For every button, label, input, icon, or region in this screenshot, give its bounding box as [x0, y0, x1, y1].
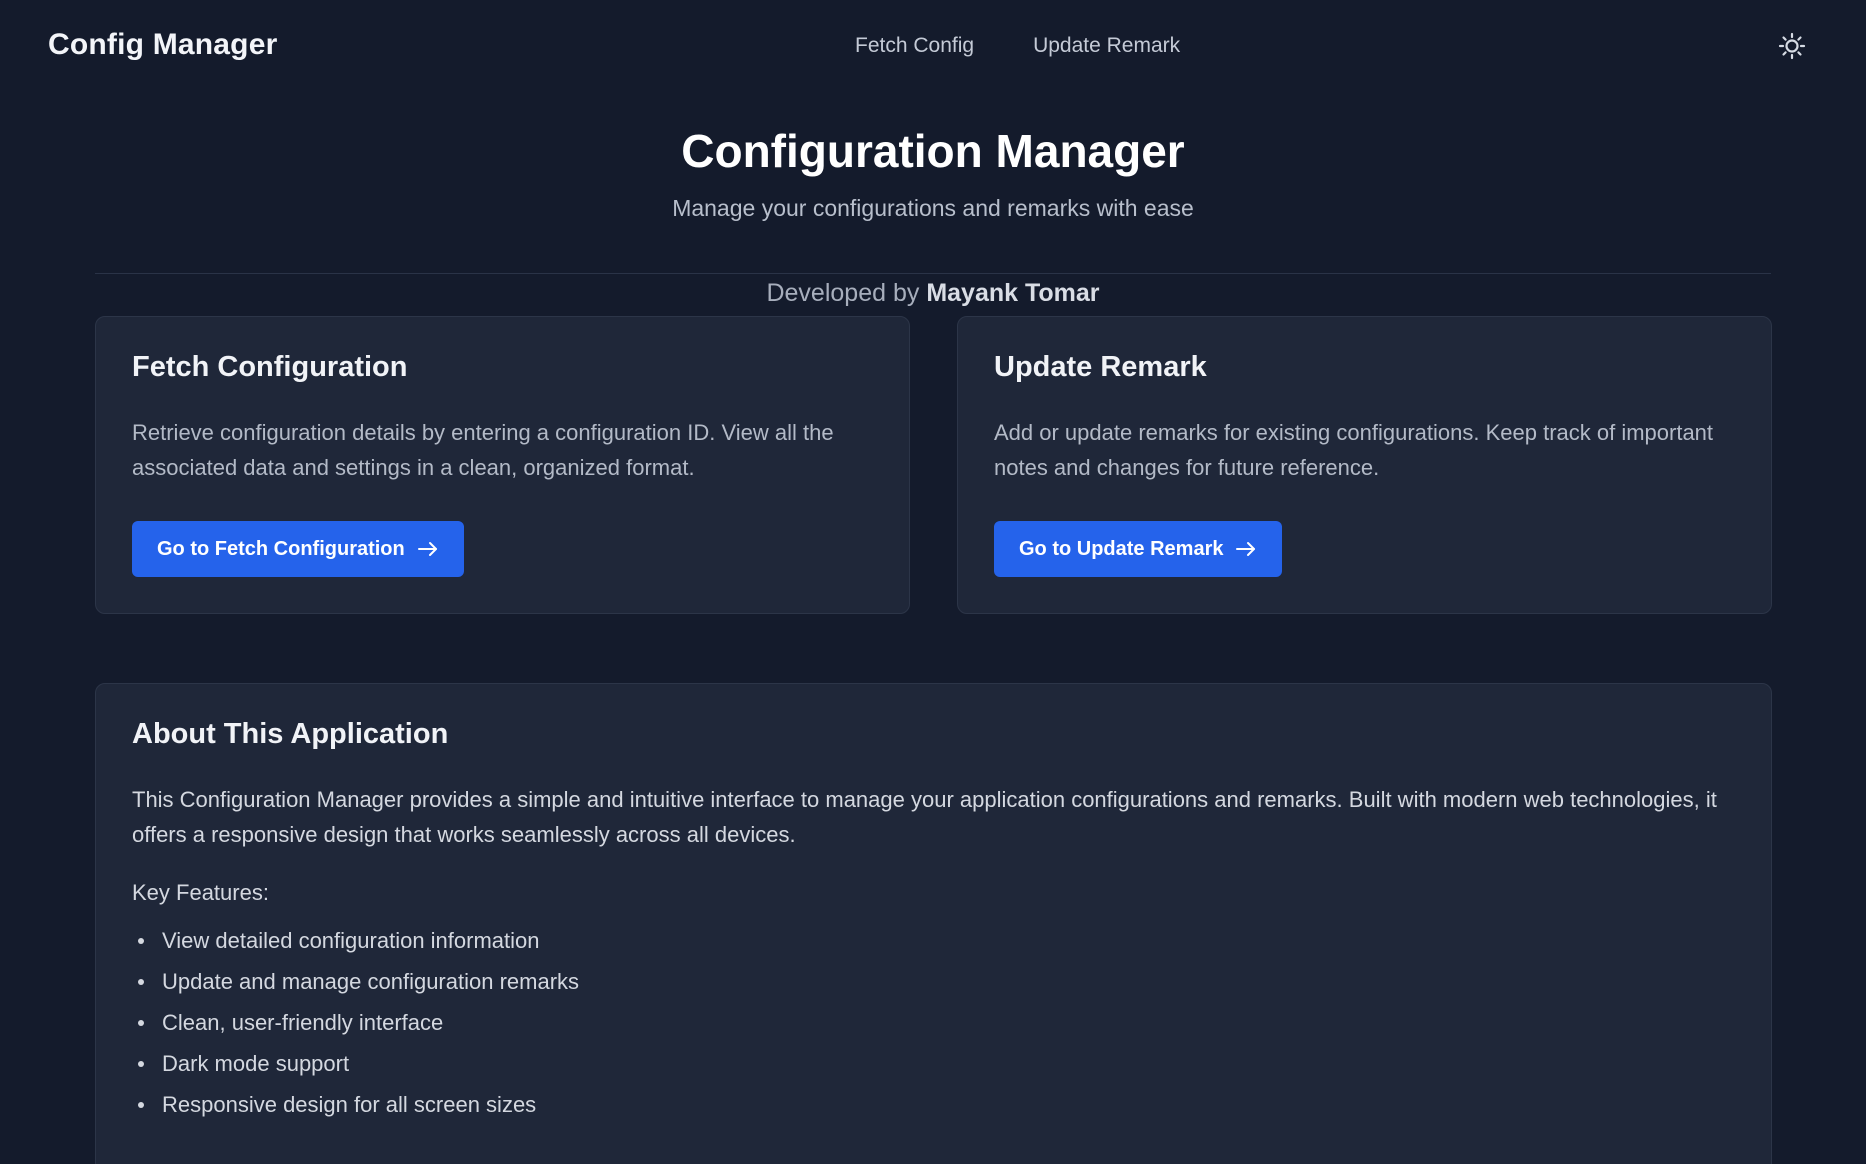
page-subtitle: Manage your configurations and remarks w… [672, 195, 1194, 221]
developer-credit: Developed by Mayank Tomar [0, 279, 1866, 308]
feature-text: Update and manage configuration remarks [162, 969, 580, 994]
developer-name: Mayank Tomar [926, 279, 1100, 307]
list-item: Update and manage configuration remarks [132, 964, 579, 1005]
card-description: Add or update remarks for existing confi… [994, 420, 1714, 480]
page: Config Manager Fetch Config Update Remar… [0, 0, 1866, 1164]
about-card: About This Application This Configuratio… [95, 683, 1772, 1164]
feature-text: Clean, user-friendly interface [162, 1010, 444, 1035]
features-title: Key Features: [132, 880, 269, 905]
bullet-icon [138, 938, 144, 944]
theme-toggle-button[interactable] [1778, 32, 1806, 60]
go-to-fetch-configuration-button[interactable]: Go to Fetch Configuration [132, 521, 464, 577]
about-text: This Configuration Manager provides a si… [132, 787, 1717, 847]
feature-text: View detailed configuration information [162, 928, 540, 953]
card-title: Fetch Configuration [132, 351, 408, 383]
about-title: About This Application [132, 718, 449, 750]
list-item: View detailed configuration information [132, 923, 579, 964]
top-navbar: Config Manager Fetch Config Update Remar… [0, 0, 1866, 92]
divider [95, 273, 1771, 274]
page-title: Configuration Manager [681, 125, 1185, 177]
features-list: View detailed configuration information … [132, 923, 579, 1128]
brand-title[interactable]: Config Manager [48, 28, 277, 62]
list-item: Clean, user-friendly interface [132, 1005, 579, 1046]
bullet-icon [138, 1020, 144, 1026]
developer-prefix: Developed by [766, 279, 920, 307]
button-label: Go to Fetch Configuration [157, 537, 405, 560]
feature-text: Responsive design for all screen sizes [162, 1092, 537, 1117]
card-description: Retrieve configuration details by enteri… [132, 420, 834, 480]
bullet-icon [138, 1061, 144, 1067]
nav-link-fetch-config[interactable]: Fetch Config [855, 34, 974, 58]
card-title: Update Remark [994, 351, 1207, 383]
feature-text: Dark mode support [162, 1051, 350, 1076]
arrow-right-icon [417, 542, 437, 556]
list-item: Responsive design for all screen sizes [132, 1087, 579, 1128]
nav-link-update-remark[interactable]: Update Remark [1033, 34, 1180, 58]
arrow-right-icon [1236, 542, 1256, 556]
sun-icon [1778, 32, 1806, 60]
list-item: Dark mode support [132, 1046, 579, 1087]
go-to-update-remark-button[interactable]: Go to Update Remark [994, 521, 1283, 577]
fetch-configuration-card: Fetch Configuration Retrieve configurati… [95, 316, 910, 614]
update-remark-card: Update Remark Add or update remarks for … [957, 316, 1772, 614]
bullet-icon [138, 1102, 144, 1108]
bullet-icon [138, 979, 144, 985]
main-nav: Fetch Config Update Remark [855, 34, 1180, 58]
button-label: Go to Update Remark [1019, 537, 1224, 560]
